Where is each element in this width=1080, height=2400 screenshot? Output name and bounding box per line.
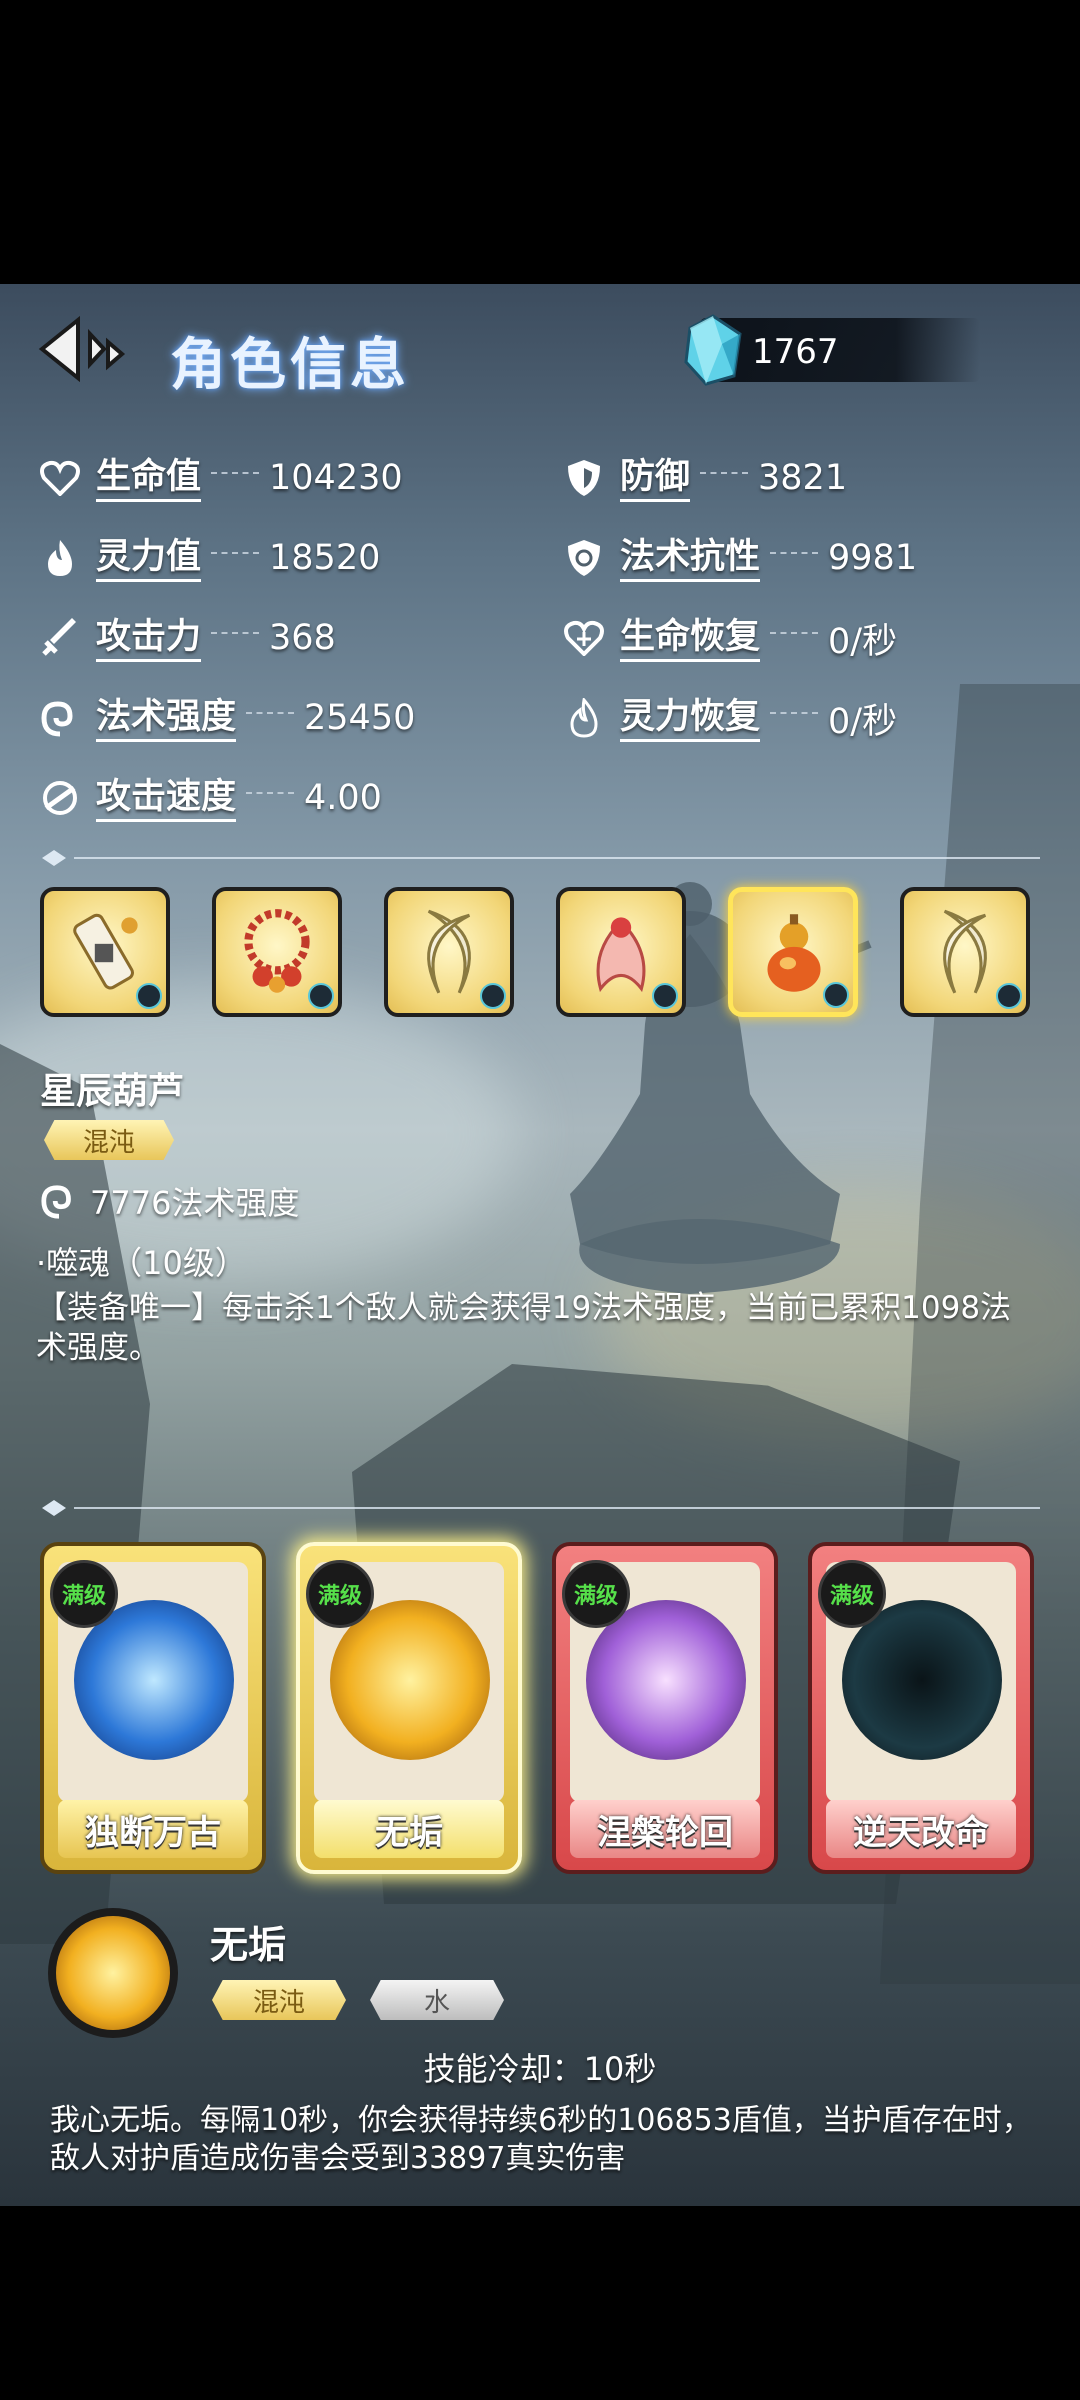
stat-value: 0/秒 — [828, 701, 898, 742]
stat-label: 生命值 — [96, 455, 202, 502]
element-badge — [480, 983, 506, 1009]
dots-divider — [700, 472, 749, 484]
level-badge: 满级 — [562, 1560, 630, 1628]
item-name: 星辰葫芦 — [40, 1071, 185, 1112]
equipment-slot[interactable] — [384, 887, 514, 1017]
dots-divider — [246, 792, 295, 804]
speed-icon — [38, 776, 82, 820]
skill-card[interactable]: 满级 逆天改命 — [808, 1542, 1034, 1874]
heart-icon — [38, 456, 82, 500]
stat-label: 灵力恢复 — [620, 695, 761, 742]
stat-label: 法术强度 — [96, 695, 237, 742]
stat-value: 0/秒 — [828, 621, 898, 662]
stat-label: 防御 — [620, 455, 691, 502]
skill-name: 无垢 — [210, 1923, 287, 1967]
level-badge: 满级 — [306, 1560, 374, 1628]
stat-spell-power: 法术强度 25450 — [38, 690, 415, 746]
equipment-slot[interactable] — [40, 887, 170, 1017]
dots-divider — [770, 712, 819, 724]
currency-count: 1767 — [752, 332, 839, 372]
flame-icon — [38, 536, 82, 580]
skill-card[interactable]: 满级 涅槃轮回 — [552, 1542, 778, 1874]
golden-shield-icon — [48, 1908, 178, 2038]
dots-divider — [770, 552, 819, 564]
shield-icon — [562, 456, 606, 500]
stat-hp-regen: 生命恢复 0/秒 — [562, 610, 897, 666]
stat-attack-speed: 攻击速度 4.00 — [38, 770, 382, 826]
stat-mana: 灵力值 18520 — [38, 530, 380, 586]
equipment-slot[interactable] — [212, 887, 342, 1017]
skill-description: 我心无垢。每隔10秒，你会获得持续6秒的106853盾值，当护盾存在时，敌人对护… — [50, 2103, 1032, 2176]
stat-value: 25450 — [304, 698, 416, 738]
page-title: 角色信息 — [170, 333, 410, 398]
stat-value: 368 — [269, 618, 336, 658]
element-badge — [136, 983, 162, 1009]
dots-divider — [246, 712, 295, 724]
stat-value: 3821 — [758, 458, 848, 498]
magic-shield-icon — [562, 536, 606, 580]
stat-label: 法术抗性 — [620, 535, 761, 582]
element-badge — [996, 983, 1022, 1009]
skill-card-selected[interactable]: 满级 无垢 — [296, 1542, 522, 1874]
element-tag: 混沌 — [212, 1980, 346, 2020]
swirl-icon — [41, 1185, 71, 1219]
flame-regen-icon — [562, 696, 606, 740]
power-value: 7776法术强度 — [90, 1184, 300, 1222]
stat-value: 4.00 — [304, 778, 382, 818]
equipment-slot[interactable] — [900, 887, 1030, 1017]
item-skill: ·噬魂（10级） — [36, 1244, 247, 1282]
element-tag: 混沌 — [44, 1120, 174, 1160]
stat-label: 攻击速度 — [96, 775, 237, 822]
level-badge: 满级 — [50, 1560, 118, 1628]
heart-regen-icon — [562, 616, 606, 660]
skill-cooldown: 技能冷却：10秒 — [423, 2050, 657, 2088]
skill-card-name: 涅槃轮回 — [570, 1800, 760, 1858]
skill-card-name: 无垢 — [314, 1800, 504, 1858]
dots-divider — [211, 632, 260, 644]
level-badge: 满级 — [818, 1560, 886, 1628]
stat-label: 攻击力 — [96, 615, 202, 662]
stat-label: 灵力值 — [96, 535, 202, 582]
element-badge — [823, 982, 849, 1008]
sword-icon — [38, 616, 82, 660]
character-info-screen: 角色信息 1767 生命值 104230 灵力值 18520 攻击力 368 法… — [0, 284, 1080, 2206]
crystal-gem-icon — [684, 314, 742, 386]
stat-defense: 防御 3821 — [562, 450, 847, 506]
dots-divider — [770, 632, 819, 644]
stat-hp: 生命值 104230 — [38, 450, 403, 506]
section-divider — [42, 850, 1040, 866]
stat-mana-regen: 灵力恢复 0/秒 — [562, 690, 897, 746]
section-divider — [42, 1500, 1040, 1516]
element-badge — [652, 983, 678, 1009]
skill-card-name: 逆天改命 — [826, 1800, 1016, 1858]
stat-value: 9981 — [828, 538, 918, 578]
equipment-slot[interactable] — [556, 887, 686, 1017]
element-tag: 水 — [370, 1980, 504, 2020]
item-power: 7776法术强度 — [40, 1178, 299, 1224]
element-badge — [308, 983, 334, 1009]
swirl-icon — [38, 696, 82, 740]
dots-divider — [211, 552, 260, 564]
stat-attack: 攻击力 368 — [38, 610, 336, 666]
stat-value: 18520 — [269, 538, 381, 578]
stat-magic-resist: 法术抗性 9981 — [562, 530, 917, 586]
back-arrow-icon[interactable] — [38, 314, 130, 384]
equipment-slot-selected[interactable] — [728, 887, 858, 1017]
dots-divider — [211, 472, 260, 484]
stat-value: 104230 — [269, 458, 403, 498]
item-description: 【装备唯一】每击杀1个敌人就会获得19法术强度，当前已累积1098法术强度。 — [36, 1290, 1012, 1366]
skill-card-name: 独断万古 — [58, 1800, 248, 1858]
skill-card[interactable]: 满级 独断万古 — [40, 1542, 266, 1874]
stat-label: 生命恢复 — [620, 615, 761, 662]
